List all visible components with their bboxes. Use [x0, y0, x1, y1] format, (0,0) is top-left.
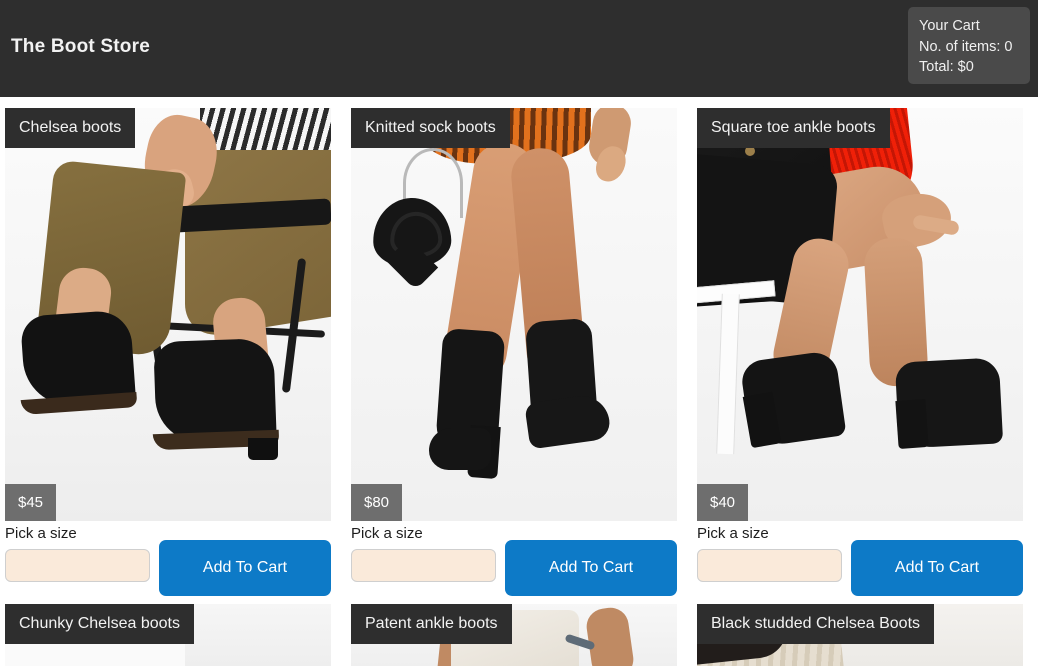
size-label: Pick a size [5, 525, 77, 542]
cart-total: Total: $0 [919, 59, 974, 75]
product-name-badge: Patent ankle boots [351, 604, 512, 644]
product-controls: Pick a size Add To Cart [5, 521, 331, 596]
product-price-badge: $40 [697, 484, 749, 521]
product-name-badge: Black studded Chelsea Boots [697, 604, 935, 644]
product-image[interactable]: Square toe ankle boots $40 [697, 108, 1023, 521]
add-to-cart-button[interactable]: Add To Cart [851, 540, 1023, 596]
product-controls: Pick a size Add To Cart [697, 521, 1023, 596]
product-name-badge: Chunky Chelsea boots [5, 604, 194, 644]
product-card[interactable]: Square toe ankle boots $40 Pick a size A… [697, 108, 1023, 596]
page-title: The Boot Store [11, 36, 150, 57]
product-image[interactable]: Chunky Chelsea boots [5, 604, 331, 666]
product-image[interactable]: Knitted sock boots $80 [351, 108, 677, 521]
product-price-badge: $45 [5, 484, 57, 521]
product-card[interactable]: Patent ankle boots [351, 604, 677, 666]
product-name-badge: Knitted sock boots [351, 108, 510, 148]
product-name-badge: Square toe ankle boots [697, 108, 890, 148]
product-photo-illustration [5, 108, 331, 521]
product-grid: Chelsea boots $45 Pick a size Add To Car… [0, 97, 1038, 666]
product-card[interactable]: Chelsea boots $45 Pick a size Add To Car… [5, 108, 331, 596]
size-select[interactable] [697, 549, 842, 582]
product-photo-illustration [351, 108, 677, 521]
product-photo-illustration [697, 108, 1023, 521]
product-price-badge: $80 [351, 484, 403, 521]
add-to-cart-button[interactable]: Add To Cart [505, 540, 677, 596]
cart-title: Your Cart [919, 18, 980, 34]
size-label: Pick a size [697, 525, 769, 542]
cart-summary-panel[interactable]: Your Cart No. of items: 0 Total: $0 [908, 7, 1030, 84]
product-image[interactable]: Chelsea boots $45 [5, 108, 331, 521]
product-card[interactable]: Black studded Chelsea Boots [697, 604, 1023, 666]
product-image[interactable]: Black studded Chelsea Boots [697, 604, 1023, 666]
product-card[interactable]: Knitted sock boots $80 Pick a size Add T… [351, 108, 677, 596]
product-card[interactable]: Chunky Chelsea boots [5, 604, 331, 666]
product-controls: Pick a size Add To Cart [351, 521, 677, 596]
product-name-badge: Chelsea boots [5, 108, 136, 148]
size-select[interactable] [351, 549, 496, 582]
cart-item-count: No. of items: 0 [919, 38, 1013, 55]
add-to-cart-button[interactable]: Add To Cart [159, 540, 331, 596]
product-image[interactable]: Patent ankle boots [351, 604, 677, 666]
site-header: The Boot Store Your Cart No. of items: 0… [0, 0, 1038, 97]
size-label: Pick a size [351, 525, 423, 542]
size-select[interactable] [5, 549, 150, 582]
